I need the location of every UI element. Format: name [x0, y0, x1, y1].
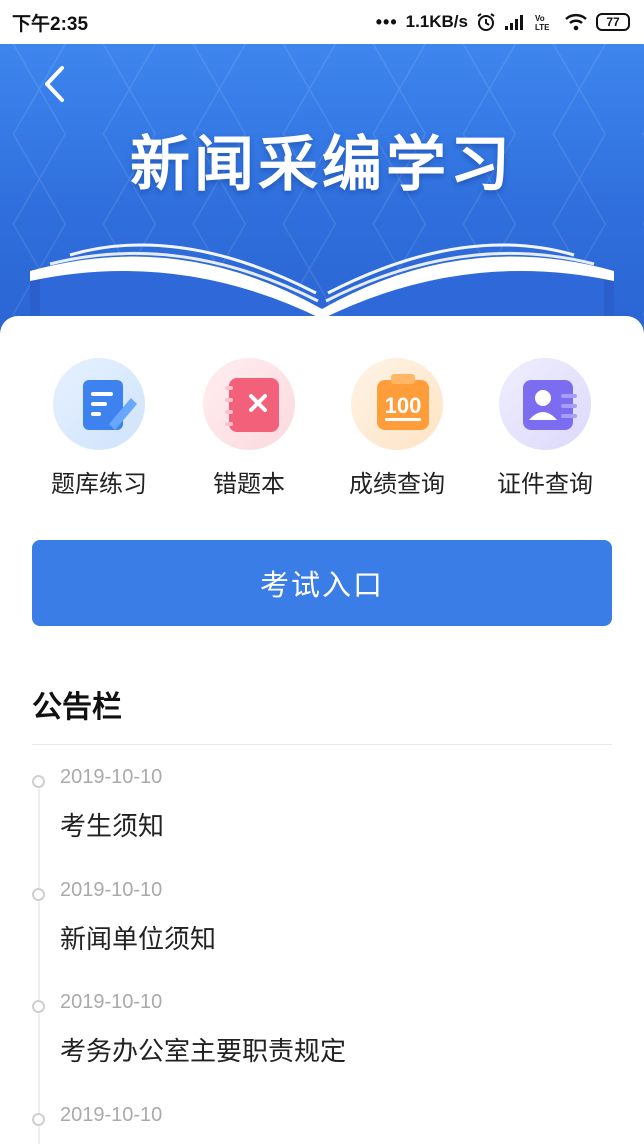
notice-date: 2019-10-10 [60, 879, 163, 901]
quick-wrong-book[interactable]: 错题本 [174, 358, 324, 499]
svg-text:100: 100 [385, 393, 422, 418]
notice-date: 2019-10-10 [60, 766, 163, 788]
quick-label: 证件查询 [497, 470, 593, 498]
id-card-icon [499, 358, 591, 450]
notice-title: 新闻单位须知 [60, 925, 217, 955]
notice-item[interactable]: 2019-10-10 考务办公室主要职责规定 [32, 991, 612, 1081]
divider [32, 744, 612, 745]
timeline-dot-icon [32, 888, 45, 901]
header-banner: 新闻采编学习 [0, 44, 644, 344]
notice-item[interactable]: 2019-10-10 考生须知 [32, 766, 612, 856]
score-100-icon: 100 [351, 358, 443, 450]
chevron-left-icon [45, 66, 64, 102]
main-content: 题库练习 错题本 100 成绩查询 证件查询 考试入口 公告栏 2019-10-… [0, 316, 644, 1144]
more-dots-icon: ••• [375, 11, 398, 32]
quick-id-query[interactable]: 证件查询 [470, 358, 620, 499]
quick-actions: 题库练习 错题本 100 成绩查询 证件查询 [0, 358, 644, 508]
alarm-icon [476, 12, 496, 32]
timeline-dot-icon [32, 775, 45, 788]
volte-icon: Vo LTE [534, 12, 556, 32]
quick-label: 成绩查询 [349, 470, 445, 498]
svg-text:Vo: Vo [535, 14, 545, 23]
exam-entry-button[interactable]: 考试入口 [32, 540, 612, 626]
quick-score-query[interactable]: 100 成绩查询 [322, 358, 472, 499]
banner-title: 新闻采编学习 [130, 130, 514, 200]
notice-item[interactable]: 2019-10-10 [32, 1104, 612, 1144]
quick-label: 题库练习 [51, 470, 147, 498]
notice-date: 2019-10-10 [60, 991, 163, 1013]
back-button[interactable] [32, 62, 76, 106]
status-time: 下午2:35 [12, 13, 89, 35]
status-icons: ••• 1.1KB/s Vo LTE 77 [376, 12, 630, 33]
battery-icon: 77 [596, 13, 630, 31]
signal-icon [504, 13, 526, 31]
wifi-icon [564, 13, 588, 31]
timeline-dot-icon [32, 1000, 45, 1013]
svg-text:LTE: LTE [535, 23, 550, 32]
notice-board-title: 公告栏 [32, 690, 122, 725]
quick-question-bank[interactable]: 题库练习 [24, 358, 174, 499]
quick-label: 错题本 [213, 470, 285, 498]
notice-title: 考生须知 [60, 812, 165, 842]
timeline-dot-icon [32, 1113, 45, 1126]
document-edit-icon [53, 358, 145, 450]
status-bar: 下午2:35 ••• 1.1KB/s Vo LTE 77 [0, 0, 644, 44]
notebook-x-icon [203, 358, 295, 450]
network-speed: 1.1KB/s [405, 12, 468, 31]
notice-date: 2019-10-10 [60, 1104, 163, 1126]
notice-item[interactable]: 2019-10-10 新闻单位须知 [32, 879, 612, 969]
notice-title: 考务办公室主要职责规定 [60, 1037, 347, 1067]
